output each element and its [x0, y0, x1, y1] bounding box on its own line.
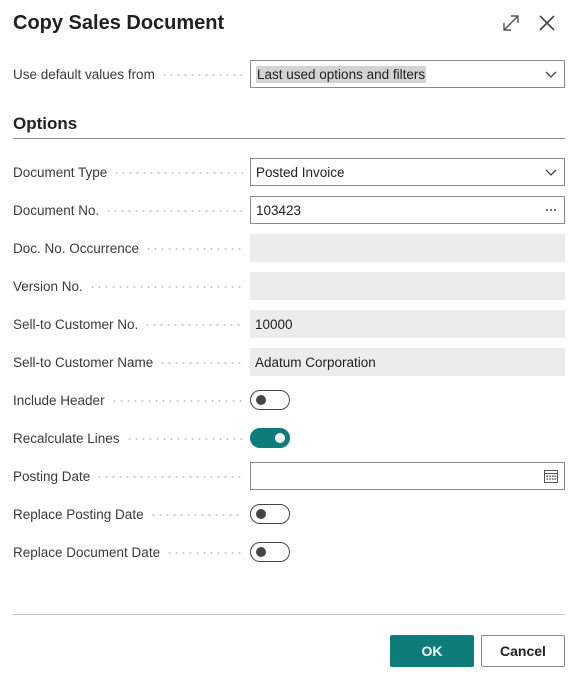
chevron-down-icon [538, 61, 564, 87]
posting-date-field[interactable] [250, 462, 565, 490]
replace-posting-date-label: Replace Posting Date [13, 506, 144, 522]
document-type-row: Document Type Posted Invoice [13, 158, 565, 186]
sell-to-customer-name-field: Adatum Corporation [250, 348, 565, 376]
recalculate-lines-label: Recalculate Lines [13, 430, 120, 446]
ok-button[interactable]: OK [390, 635, 474, 667]
version-no-field [250, 272, 565, 300]
recalculate-lines-row: Recalculate Lines [13, 424, 565, 452]
include-header-label: Include Header [13, 392, 105, 408]
cancel-button[interactable]: Cancel [481, 635, 565, 667]
sell-to-customer-no-field: 10000 [250, 310, 565, 338]
copy-sales-document-dialog: Copy Sales Document Use default values f… [0, 0, 582, 683]
sell-to-customer-no-value: 10000 [255, 316, 293, 332]
replace-document-date-label: Replace Document Date [13, 544, 161, 560]
document-type-select[interactable]: Posted Invoice [250, 158, 565, 186]
sell-to-customer-no-row: Sell-to Customer No. 10000 [13, 310, 565, 338]
options-heading: Options [13, 114, 78, 133]
default-values-label: Use default values from [13, 66, 155, 82]
document-type-value: Posted Invoice [256, 164, 345, 180]
replace-document-date-toggle[interactable] [250, 542, 290, 562]
default-values-row: Use default values from Last used option… [13, 60, 565, 88]
document-type-label: Document Type [13, 164, 108, 180]
footer-divider [13, 614, 565, 615]
default-values-value: Last used options and filters [256, 65, 427, 83]
document-no-value: 103423 [256, 202, 302, 218]
expand-icon[interactable] [500, 12, 522, 34]
sell-to-customer-name-value: Adatum Corporation [255, 354, 376, 370]
doc-no-occurrence-row: Doc. No. Occurrence [13, 234, 565, 262]
document-no-row: Document No. 103423 [13, 196, 565, 224]
options-section-header: Options [13, 114, 565, 139]
recalculate-lines-toggle[interactable] [250, 428, 290, 448]
sell-to-customer-no-label: Sell-to Customer No. [13, 316, 139, 332]
dialog-title: Copy Sales Document [13, 12, 225, 34]
chevron-down-icon [538, 159, 564, 185]
default-values-select[interactable]: Last used options and filters [250, 60, 565, 88]
document-no-field[interactable]: 103423 [250, 196, 565, 224]
include-header-row: Include Header [13, 386, 565, 414]
more-options-icon[interactable] [538, 197, 564, 223]
posting-date-label: Posting Date [13, 468, 91, 484]
sell-to-customer-name-row: Sell-to Customer Name Adatum Corporation [13, 348, 565, 376]
document-no-label: Document No. [13, 202, 100, 218]
posting-date-row: Posting Date [13, 462, 565, 490]
close-icon[interactable] [536, 12, 558, 34]
sell-to-customer-name-label: Sell-to Customer Name [13, 354, 154, 370]
doc-no-occurrence-field [250, 234, 565, 262]
replace-posting-date-toggle[interactable] [250, 504, 290, 524]
version-no-row: Version No. [13, 272, 565, 300]
include-header-toggle[interactable] [250, 390, 290, 410]
doc-no-occurrence-label: Doc. No. Occurrence [13, 240, 140, 256]
replace-posting-date-row: Replace Posting Date [13, 500, 565, 528]
calendar-icon[interactable] [538, 463, 564, 489]
replace-document-date-row: Replace Document Date [13, 538, 565, 566]
version-no-label: Version No. [13, 278, 83, 294]
